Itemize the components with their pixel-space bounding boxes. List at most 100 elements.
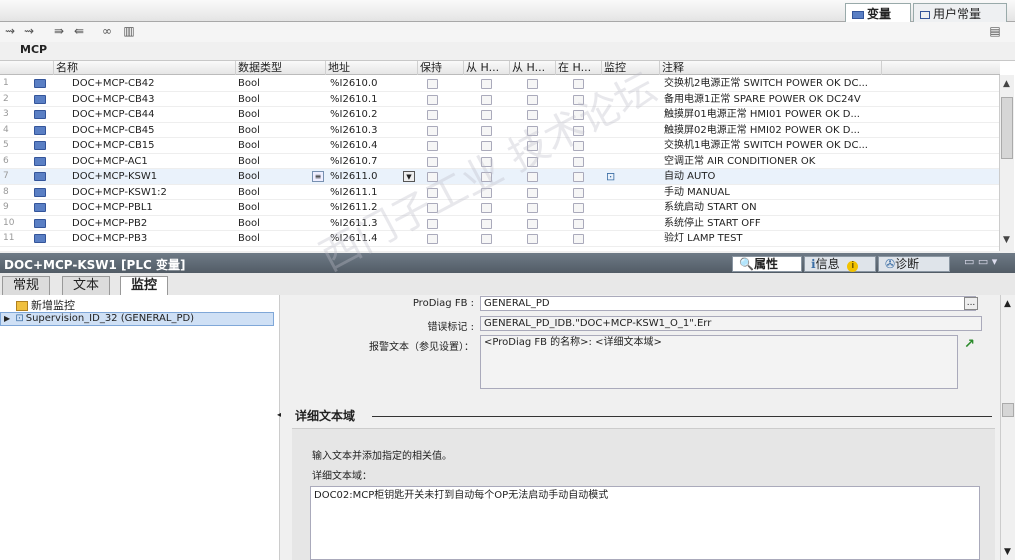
tab-user-constants[interactable]: 用户常量 xyxy=(913,3,1007,22)
col-in-hmi[interactable]: 在 H... xyxy=(556,61,602,75)
properties-scrollbar[interactable]: ▲ ▼ xyxy=(1000,295,1015,560)
row-checkbox[interactable] xyxy=(573,234,584,244)
monitor-icon[interactable]: ∞ xyxy=(100,24,114,38)
row-checkbox[interactable] xyxy=(527,187,538,198)
row-checkbox[interactable] xyxy=(481,94,492,105)
row-checkbox[interactable] xyxy=(573,110,584,120)
row-checkbox[interactable] xyxy=(427,125,438,136)
splitter-handle-icon[interactable]: ◂ xyxy=(277,410,281,420)
row-checkbox[interactable] xyxy=(427,94,438,105)
row-checkbox[interactable] xyxy=(527,141,538,151)
row-checkbox[interactable] xyxy=(573,187,584,198)
tab-variables[interactable]: 变量 xyxy=(845,3,911,22)
row-checkbox[interactable] xyxy=(527,218,538,229)
col-supervision[interactable]: 监控 xyxy=(602,61,660,75)
scroll-up-icon[interactable]: ▲ xyxy=(1003,79,1010,89)
scroll-thumb[interactable] xyxy=(1002,403,1014,417)
row-checkbox[interactable] xyxy=(481,218,492,229)
tab-text[interactable]: 文本 xyxy=(62,276,111,295)
row-checkbox[interactable] xyxy=(427,79,438,89)
row-checkbox[interactable] xyxy=(573,203,584,213)
detail-text-field[interactable]: DOC02:MCP柜钥匙开关未打到自动每个OP无法启动手动自动模式 xyxy=(310,486,980,560)
tab-general[interactable]: 常规 xyxy=(2,276,51,295)
window-controls-icon[interactable]: ▭ ▭ ▾ xyxy=(964,255,997,268)
table-row[interactable]: 9 DOC+MCP-PBL1 Bool %I2611.2 系统启动 START ON xyxy=(0,200,1000,216)
row-checkbox[interactable] xyxy=(481,234,492,244)
tag-icon xyxy=(34,94,46,104)
export-icon[interactable]: ⇛ xyxy=(52,24,66,38)
import-icon[interactable]: ⇚ xyxy=(72,24,86,38)
table-row[interactable]: 2 DOC+MCP-CB43 Bool %I2610.1 备用电源1正常 SPARE P… xyxy=(0,92,1000,107)
row-checkbox[interactable] xyxy=(481,156,492,167)
row-checkbox[interactable] xyxy=(481,79,492,89)
scroll-down-icon[interactable]: ▼ xyxy=(1004,547,1011,557)
table-row[interactable]: 6 DOC+MCP-AC1 Bool %I2610.7 空调正常 AIR CONDITI… xyxy=(0,154,1000,169)
col-name[interactable]: 名称 xyxy=(54,61,236,75)
scroll-up-icon[interactable]: ▲ xyxy=(1004,299,1011,309)
table-row[interactable]: 8 DOC+MCP-KSW1:2 Bool %I2611.1 手动 MANUAL xyxy=(0,185,1000,200)
row-checkbox[interactable] xyxy=(481,187,492,198)
tab-properties[interactable]: 🔍属性 xyxy=(732,256,802,272)
browse-button[interactable]: ... xyxy=(964,297,978,310)
col-address[interactable]: 地址 xyxy=(326,61,418,75)
add-new-supervision[interactable]: 新增监控 xyxy=(16,297,75,312)
supervision-icon[interactable]: ⊡ xyxy=(606,170,615,183)
row-checkbox[interactable] xyxy=(573,125,584,136)
insert-row-icon[interactable]: ⇝ xyxy=(3,24,17,38)
row-checkbox[interactable] xyxy=(527,125,538,136)
row-checkbox[interactable] xyxy=(573,156,584,167)
row-checkbox[interactable] xyxy=(481,141,492,151)
supervision-item[interactable]: ▶ ⊡ Supervision_ID_32 (GENERAL_PD) xyxy=(0,312,274,326)
row-checkbox[interactable] xyxy=(481,172,492,182)
scroll-thumb[interactable] xyxy=(1001,97,1013,159)
row-checkbox[interactable] xyxy=(527,172,538,182)
col-retain[interactable]: 保持 xyxy=(418,61,464,75)
row-checkbox[interactable] xyxy=(573,94,584,105)
table-row[interactable]: 7 DOC+MCP-KSW1 Bool %I2611.0 自动 AUTO ≡ ▼ ⊡ xyxy=(0,169,1000,185)
row-checkbox[interactable] xyxy=(573,218,584,229)
row-checkbox[interactable] xyxy=(481,110,492,120)
table-row[interactable]: 1 DOC+MCP-CB42 Bool %I2610.0 交换机2电源正常 SWITCH… xyxy=(0,76,1000,92)
tab-diagnostics[interactable]: ✇诊断 xyxy=(878,256,950,272)
row-checkbox[interactable] xyxy=(527,203,538,213)
row-checkbox[interactable] xyxy=(427,203,438,213)
col-from-hmi-1[interactable]: 从 H... xyxy=(464,61,510,75)
row-checkbox[interactable] xyxy=(573,172,584,182)
table-row[interactable]: 10 DOC+MCP-PB2 Bool %I2611.3 系统停止 START OFF xyxy=(0,216,1000,231)
tab-supervision[interactable]: 监控 xyxy=(120,276,169,295)
col-type[interactable]: 数据类型 xyxy=(236,61,326,75)
row-checkbox[interactable] xyxy=(573,141,584,151)
table-row[interactable]: 3 DOC+MCP-CB44 Bool %I2610.2 触摸屏01电源正常 HMI01… xyxy=(0,107,1000,123)
table-row[interactable]: 5 DOC+MCP-CB15 Bool %I2610.4 交换机1电源正常 SWITCH… xyxy=(0,138,1000,154)
dropdown-icon[interactable]: ▼ xyxy=(403,171,415,182)
row-checkbox[interactable] xyxy=(427,141,438,151)
row-checkbox[interactable] xyxy=(427,234,438,244)
row-checkbox[interactable] xyxy=(573,79,584,89)
row-checkbox[interactable] xyxy=(527,156,538,167)
row-checkbox[interactable] xyxy=(427,218,438,229)
table-row[interactable]: 4 DOC+MCP-CB45 Bool %I2610.3 触摸屏02电源正常 HMI02… xyxy=(0,123,1000,138)
scroll-down-icon[interactable]: ▼ xyxy=(1003,235,1010,245)
col-from-hmi-2[interactable]: 从 H... xyxy=(510,61,556,75)
row-checkbox[interactable] xyxy=(527,94,538,105)
columns-icon[interactable]: ▥ xyxy=(122,24,136,38)
table-scrollbar[interactable]: ▲ ▼ xyxy=(999,75,1014,251)
tab-info[interactable]: ℹ信息 i xyxy=(804,256,876,272)
window-layout-icon[interactable]: ▤ xyxy=(988,24,1002,38)
row-checkbox[interactable] xyxy=(527,234,538,244)
row-checkbox[interactable] xyxy=(481,125,492,136)
address-picker-icon[interactable]: ≡ xyxy=(312,171,324,182)
col-comment[interactable]: 注释 xyxy=(660,61,882,75)
goto-arrow-icon[interactable]: ↗ xyxy=(964,337,975,352)
row-checkbox[interactable] xyxy=(481,203,492,213)
add-row-icon[interactable]: ⇝ xyxy=(22,24,36,38)
table-row[interactable]: 11 DOC+MCP-PB3 Bool %I2611.4 验灯 LAMP TEST xyxy=(0,231,1000,247)
expand-icon[interactable]: ▶ xyxy=(4,314,10,323)
row-checkbox[interactable] xyxy=(427,110,438,120)
row-checkbox[interactable] xyxy=(427,156,438,167)
row-checkbox[interactable] xyxy=(427,172,438,182)
prodiag-field[interactable]: GENERAL_PD xyxy=(480,296,976,311)
row-checkbox[interactable] xyxy=(427,187,438,198)
row-checkbox[interactable] xyxy=(527,110,538,120)
row-checkbox[interactable] xyxy=(527,79,538,89)
